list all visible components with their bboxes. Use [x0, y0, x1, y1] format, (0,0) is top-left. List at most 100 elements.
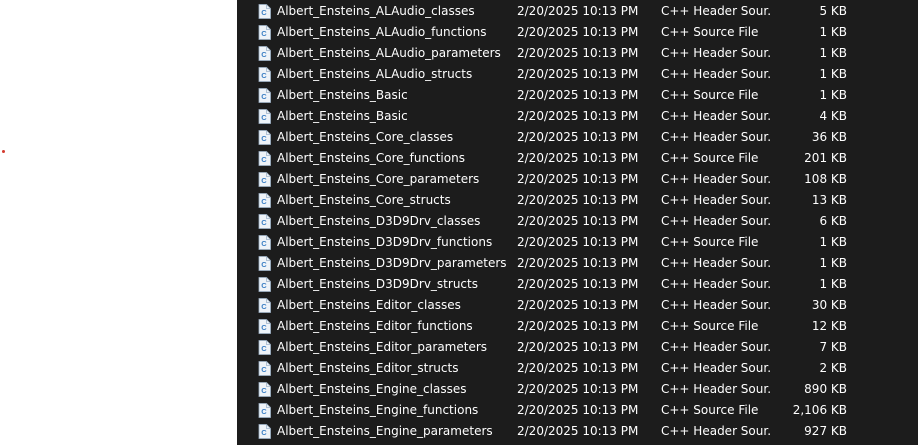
cpp-file-icon: C	[258, 256, 271, 271]
file-row[interactable]: C Albert_Ensteins_Basic 2/20/2025 10:13 …	[237, 85, 918, 106]
file-date-modified: 2/20/2025 10:13 PM	[517, 382, 639, 396]
file-row[interactable]: C Albert_Ensteins_Editor_functions 2/20/…	[237, 316, 918, 337]
cpp-file-icon: C	[258, 424, 271, 439]
file-type: C++ Header Sour...	[661, 256, 771, 270]
file-type: C++ Header Sour...	[661, 130, 771, 144]
svg-text:C: C	[261, 365, 267, 374]
file-type: C++ Header Sour...	[661, 382, 771, 396]
file-row[interactable]: C Albert_Ensteins_Engine_classes 2/20/20…	[237, 379, 918, 400]
file-name: Albert_Ensteins_D3D9Drv_structs	[277, 277, 478, 291]
file-name: Albert_Ensteins_Engine_functions	[277, 403, 479, 417]
file-name: Albert_Ensteins_Editor_parameters	[277, 340, 488, 354]
cpp-file-icon: C	[258, 214, 271, 229]
file-size: 7 KB	[819, 340, 847, 354]
file-row[interactable]: C Albert_Ensteins_Editor_structs 2/20/20…	[237, 358, 918, 379]
file-name: Albert_Ensteins_Core_structs	[277, 193, 451, 207]
svg-text:C: C	[261, 218, 267, 227]
screen: C Albert_Ensteins_ALAudio_classes 2/20/2…	[0, 0, 918, 445]
file-type: C++ Source File	[661, 403, 759, 417]
file-type: C++ Header Sour...	[661, 277, 771, 291]
empty-pane	[0, 0, 237, 445]
svg-text:C: C	[261, 407, 267, 416]
cpp-file-icon: C	[258, 172, 271, 187]
file-size: 2 KB	[819, 361, 847, 375]
file-row[interactable]: C Albert_Ensteins_D3D9Drv_classes 2/20/2…	[237, 211, 918, 232]
file-size: 890 KB	[804, 382, 847, 396]
file-row[interactable]: C Albert_Ensteins_Basic 2/20/2025 10:13 …	[237, 106, 918, 127]
file-row[interactable]: C Albert_Ensteins_ALAudio_functions 2/20…	[237, 22, 918, 43]
file-row[interactable]: C Albert_Ensteins_ALAudio_parameters 2/2…	[237, 43, 918, 64]
svg-text:C: C	[261, 29, 267, 38]
svg-text:C: C	[261, 8, 267, 17]
file-date-modified: 2/20/2025 10:13 PM	[517, 340, 639, 354]
cpp-file-icon: C	[258, 46, 271, 61]
file-name: Albert_Ensteins_Editor_structs	[277, 361, 459, 375]
file-row[interactable]: C Albert_Ensteins_Core_parameters 2/20/2…	[237, 169, 918, 190]
file-type: C++ Source File	[661, 235, 759, 249]
cpp-file-icon: C	[258, 88, 271, 103]
file-type: C++ Header Sour...	[661, 67, 771, 81]
file-row[interactable]: C Albert_Ensteins_Editor_classes 2/20/20…	[237, 295, 918, 316]
file-size: 4 KB	[819, 109, 847, 123]
file-date-modified: 2/20/2025 10:13 PM	[517, 130, 639, 144]
file-row[interactable]: C Albert_Ensteins_Core_structs 2/20/2025…	[237, 190, 918, 211]
file-name: Albert_Ensteins_Editor_classes	[277, 298, 461, 312]
cpp-file-icon: C	[258, 25, 271, 40]
file-size: 13 KB	[811, 193, 847, 207]
file-row[interactable]: C Albert_Ensteins_D3D9Drv_structs 2/20/2…	[237, 274, 918, 295]
file-row[interactable]: C Albert_Ensteins_ALAudio_classes 2/20/2…	[237, 1, 918, 22]
file-type: C++ Header Sour...	[661, 361, 771, 375]
cpp-file-icon: C	[258, 193, 271, 208]
svg-text:C: C	[261, 92, 267, 101]
file-date-modified: 2/20/2025 10:13 PM	[517, 298, 639, 312]
file-date-modified: 2/20/2025 10:13 PM	[517, 235, 639, 249]
file-date-modified: 2/20/2025 10:13 PM	[517, 214, 639, 228]
svg-text:C: C	[261, 155, 267, 164]
file-row[interactable]: C Albert_Ensteins_Core_functions 2/20/20…	[237, 148, 918, 169]
file-size: 1 KB	[819, 277, 847, 291]
file-size: 6 KB	[819, 214, 847, 228]
svg-text:C: C	[261, 71, 267, 80]
cpp-file-icon: C	[258, 382, 271, 397]
cpp-file-icon: C	[258, 109, 271, 124]
red-dot-marker	[2, 150, 5, 153]
file-date-modified: 2/20/2025 10:13 PM	[517, 277, 639, 291]
file-row[interactable]: C Albert_Ensteins_D3D9Drv_functions 2/20…	[237, 232, 918, 253]
file-size: 2,106 KB	[792, 403, 847, 417]
file-row[interactable]: C Albert_Ensteins_Core_classes 2/20/2025…	[237, 127, 918, 148]
svg-text:C: C	[261, 281, 267, 290]
file-name: Albert_Ensteins_ALAudio_structs	[277, 67, 473, 81]
svg-text:C: C	[261, 50, 267, 59]
file-size: 1 KB	[819, 25, 847, 39]
svg-text:C: C	[261, 197, 267, 206]
cpp-file-icon: C	[258, 67, 271, 82]
file-name: Albert_Ensteins_Core_parameters	[277, 172, 480, 186]
cpp-file-icon: C	[258, 403, 271, 418]
file-name: Albert_Ensteins_Editor_functions	[277, 319, 473, 333]
file-row[interactable]: C Albert_Ensteins_Engine_parameters 2/20…	[237, 421, 918, 442]
file-row[interactable]: C Albert_Ensteins_Editor_parameters 2/20…	[237, 337, 918, 358]
file-date-modified: 2/20/2025 10:13 PM	[517, 151, 639, 165]
cpp-file-icon: C	[258, 298, 271, 313]
file-name: Albert_Ensteins_ALAudio_functions	[277, 25, 487, 39]
file-type: C++ Header Sour...	[661, 109, 771, 123]
file-date-modified: 2/20/2025 10:13 PM	[517, 424, 639, 438]
file-size: 30 KB	[811, 298, 847, 312]
cpp-file-icon: C	[258, 130, 271, 145]
file-date-modified: 2/20/2025 10:13 PM	[517, 67, 639, 81]
file-type: C++ Source File	[661, 151, 759, 165]
file-date-modified: 2/20/2025 10:13 PM	[517, 403, 639, 417]
file-date-modified: 2/20/2025 10:13 PM	[517, 4, 639, 18]
svg-text:C: C	[261, 302, 267, 311]
cpp-file-icon: C	[258, 340, 271, 355]
file-row[interactable]: C Albert_Ensteins_D3D9Drv_parameters 2/2…	[237, 253, 918, 274]
file-date-modified: 2/20/2025 10:13 PM	[517, 256, 639, 270]
file-name: Albert_Ensteins_D3D9Drv_functions	[277, 235, 493, 249]
file-type: C++ Header Sour...	[661, 46, 771, 60]
svg-text:C: C	[261, 113, 267, 122]
file-name: Albert_Ensteins_Basic	[277, 109, 408, 123]
file-name: Albert_Ensteins_ALAudio_parameters	[277, 46, 501, 60]
file-date-modified: 2/20/2025 10:13 PM	[517, 172, 639, 186]
file-row[interactable]: C Albert_Ensteins_ALAudio_structs 2/20/2…	[237, 64, 918, 85]
file-row[interactable]: C Albert_Ensteins_Engine_functions 2/20/…	[237, 400, 918, 421]
